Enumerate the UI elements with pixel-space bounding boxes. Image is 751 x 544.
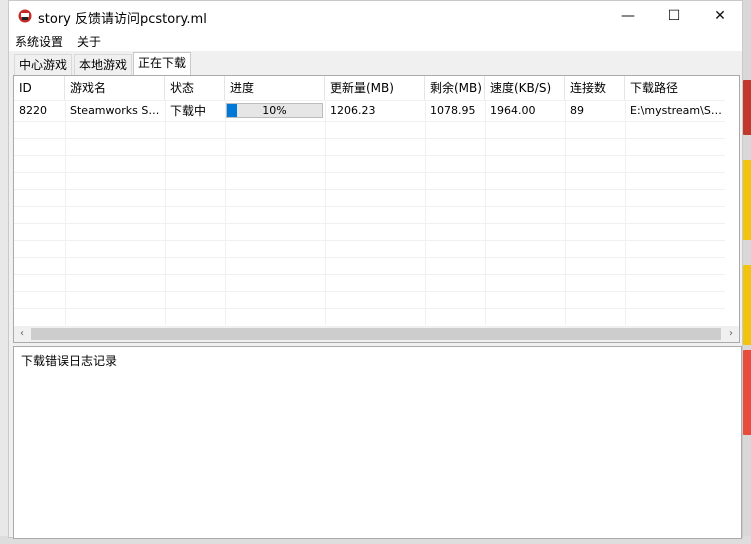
cell-remaining-mb: 1078.95: [430, 104, 476, 117]
main-window: story 反馈请访问pcstory.ml — ☐ ✕ 系统设置 关于 中心游戏…: [8, 0, 743, 539]
grid-line: [14, 138, 725, 139]
progress-text: 10%: [262, 104, 287, 117]
grid-line: [14, 257, 725, 258]
cell-id: 8220: [19, 104, 47, 117]
grid-line: [14, 223, 725, 224]
scroll-left-icon[interactable]: ‹: [14, 326, 30, 342]
column-header-path[interactable]: 下载路径: [625, 76, 739, 100]
grid-line: [225, 100, 226, 325]
cell-update-mb: 1206.23: [330, 104, 376, 117]
tab-local-games[interactable]: 本地游戏: [74, 54, 133, 75]
close-button[interactable]: ✕: [697, 1, 743, 31]
cell-speed: 1964.00: [490, 104, 536, 117]
grid-line: [14, 121, 725, 122]
grid-line: [625, 100, 626, 325]
app-icon: [18, 9, 32, 23]
grid-line: [325, 100, 326, 325]
column-header-status[interactable]: 状态: [165, 76, 225, 100]
grid-line: [14, 172, 725, 173]
maximize-button[interactable]: ☐: [651, 1, 697, 31]
scroll-right-icon[interactable]: ›: [723, 326, 739, 342]
download-table: ID 游戏名 状态 进度 更新量(MB) 剩余(MB) 速度(KB/S) 连接数…: [13, 75, 740, 343]
table-header: ID 游戏名 状态 进度 更新量(MB) 剩余(MB) 速度(KB/S) 连接数…: [14, 76, 739, 100]
cell-status: 下载中: [170, 104, 207, 118]
tab-center-games[interactable]: 中心游戏: [14, 54, 73, 75]
grid-line: [14, 291, 725, 292]
column-header-connections[interactable]: 连接数: [565, 76, 625, 100]
error-log-label: 下载错误日志记录: [21, 354, 118, 368]
grid-line: [14, 189, 725, 190]
grid-line: [14, 308, 725, 309]
scrollbar-thumb[interactable]: [31, 328, 721, 340]
tab-strip: 中心游戏 本地游戏 正在下载: [9, 51, 742, 76]
horizontal-scrollbar[interactable]: ‹ ›: [14, 326, 739, 342]
column-header-update[interactable]: 更新量(MB): [325, 76, 425, 100]
grid-line: [14, 240, 725, 241]
column-header-id[interactable]: ID: [14, 76, 65, 100]
column-header-remaining[interactable]: 剩余(MB): [425, 76, 485, 100]
menu-about[interactable]: 关于: [77, 33, 101, 50]
grid-line: [14, 274, 725, 275]
error-log-panel[interactable]: 下载错误日志记录: [13, 346, 742, 539]
table-row[interactable]: 8220 Steamworks Sh... 下载中 10% 1206.23 10…: [14, 101, 725, 121]
grid-line: [14, 155, 725, 156]
column-header-speed[interactable]: 速度(KB/S): [485, 76, 565, 100]
grid-line: [485, 100, 486, 325]
cell-game-name: Steamworks Sh...: [70, 104, 165, 117]
window-title: story 反馈请访问pcstory.ml: [38, 12, 207, 27]
menu-system-settings[interactable]: 系统设置: [15, 33, 63, 50]
grid-line: [425, 100, 426, 325]
grid-line: [65, 100, 66, 325]
cell-connections: 89: [570, 104, 584, 117]
title-bar[interactable]: story 反馈请访问pcstory.ml — ☐ ✕: [9, 1, 742, 31]
column-header-name[interactable]: 游戏名: [65, 76, 165, 100]
grid-line: [565, 100, 566, 325]
column-header-progress[interactable]: 进度: [225, 76, 325, 100]
menu-bar: 系统设置 关于: [9, 31, 742, 51]
tab-downloading[interactable]: 正在下载: [133, 52, 192, 76]
download-progress-bar: 10%: [226, 103, 323, 118]
grid-line: [14, 206, 725, 207]
grid-line: [165, 100, 166, 325]
cell-download-path: E:\mystream\Steam...: [630, 104, 725, 117]
minimize-button[interactable]: —: [605, 1, 651, 31]
